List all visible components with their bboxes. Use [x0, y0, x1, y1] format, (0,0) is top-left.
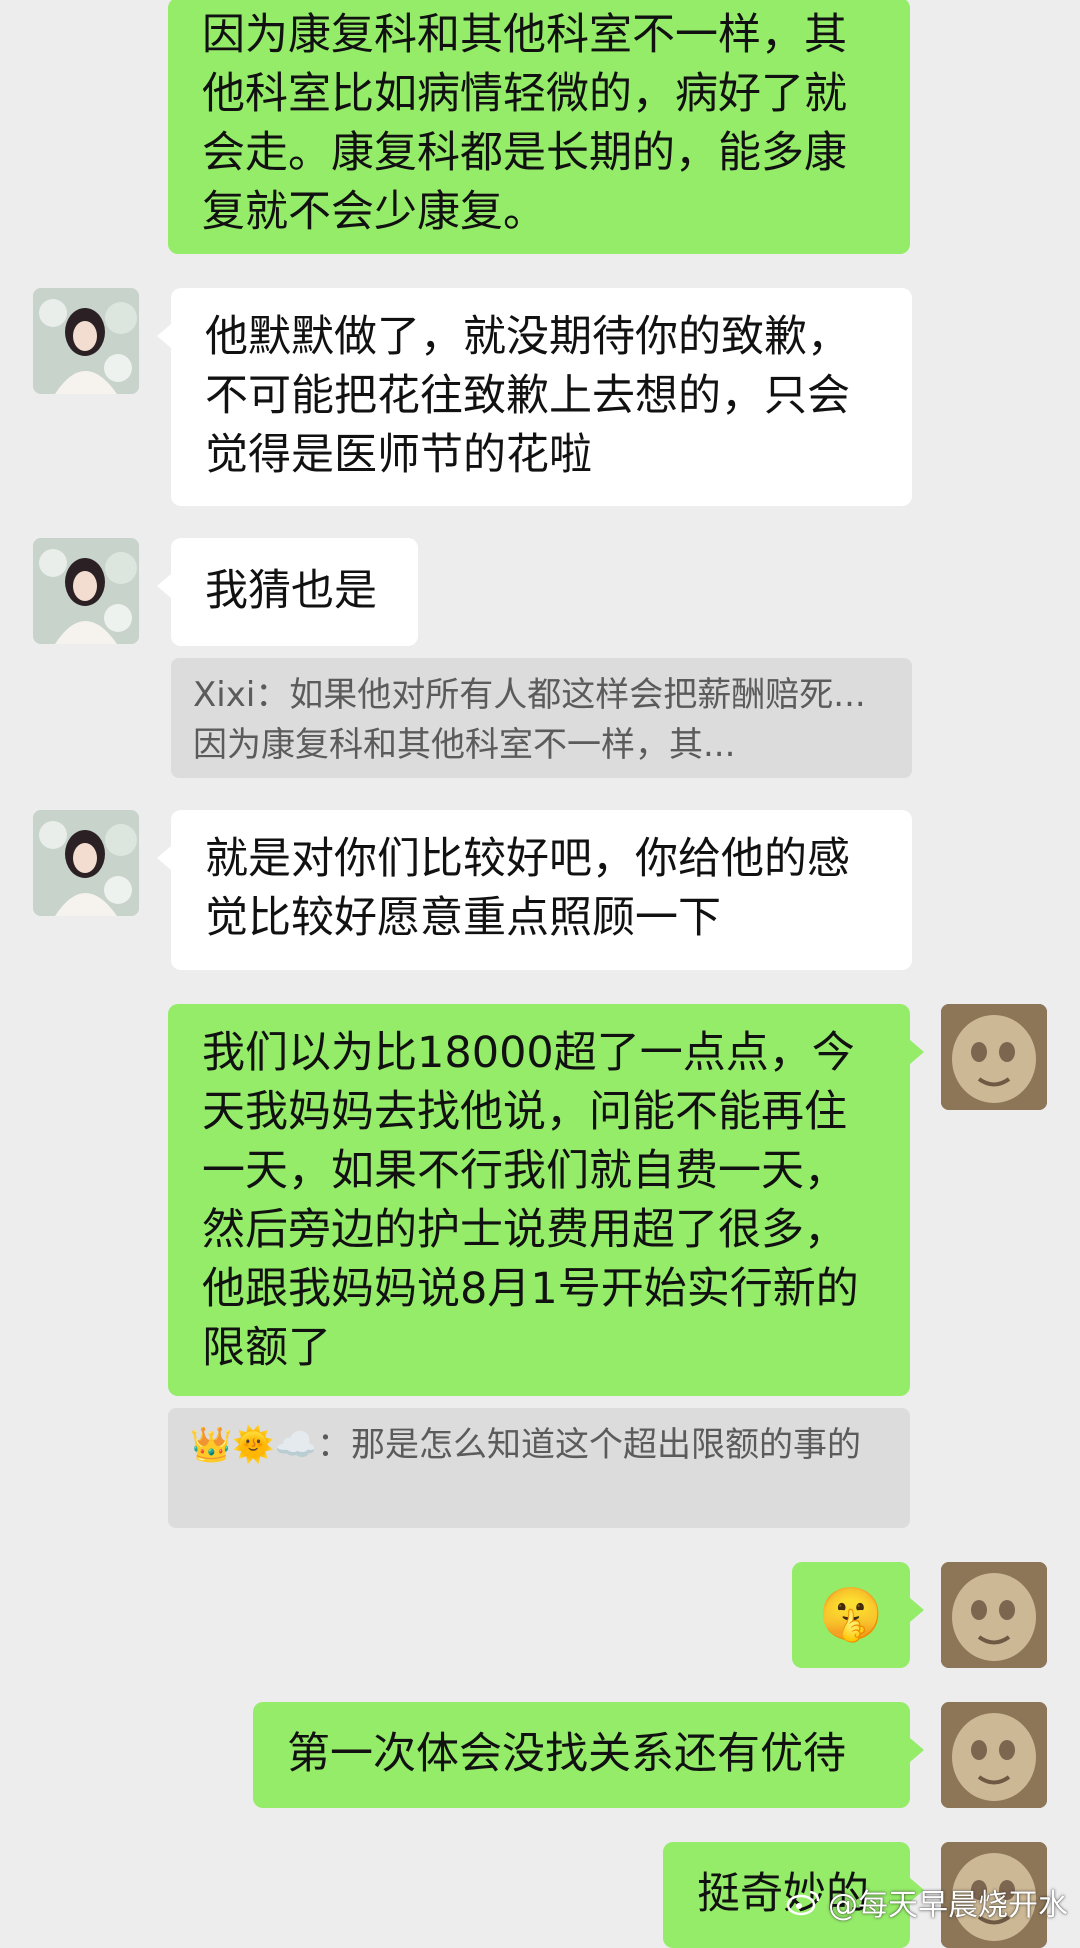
quoted-message[interactable]: 👑🌞☁️：那是怎么知道这个超出限额的事的	[168, 1408, 910, 1528]
shushing-face-icon: 🤫	[818, 1585, 884, 1645]
my-avatar[interactable]	[941, 1004, 1047, 1110]
message-bubble-sent[interactable]: 我们以为比18000超了一点点，今天我妈妈去找他说，问能不能再住一天，如果不行我…	[168, 1004, 924, 1396]
contact-avatar[interactable]	[33, 288, 139, 394]
my-avatar[interactable]	[941, 1562, 1047, 1668]
contact-avatar[interactable]	[33, 538, 139, 644]
my-avatar[interactable]	[941, 1702, 1047, 1808]
message-bubble-received[interactable]: 就是对你们比较好吧，你给他的感觉比较好愿意重点照顾一下	[157, 810, 912, 970]
message-bubble-received[interactable]: 他默默做了，就没期待你的致歉，不可能把花往致歉上去想的，只会觉得是医师节的花啦	[157, 288, 912, 506]
message-bubble-sent[interactable]: 🤫	[792, 1562, 924, 1668]
weibo-logo-icon	[786, 1890, 820, 1916]
message-bubble-received[interactable]: 我猜也是	[157, 538, 418, 646]
message-bubble-sent[interactable]: 第一次体会没找关系还有优待	[253, 1702, 924, 1808]
watermark-text: @每天早晨烧开水	[828, 1888, 1068, 1923]
weibo-watermark: @每天早晨烧开水	[786, 1880, 1068, 1924]
contact-avatar[interactable]	[33, 810, 139, 916]
quoted-message[interactable]: Xixi：如果他对所有人都这样会把薪酬赔死... 因为康复科和其他科室不一样，其…	[171, 658, 912, 778]
message-bubble-sent[interactable]: 因为康复科和其他科室不一样，其他科室比如病情轻微的，病好了就会走。康复科都是长期…	[168, 0, 910, 254]
